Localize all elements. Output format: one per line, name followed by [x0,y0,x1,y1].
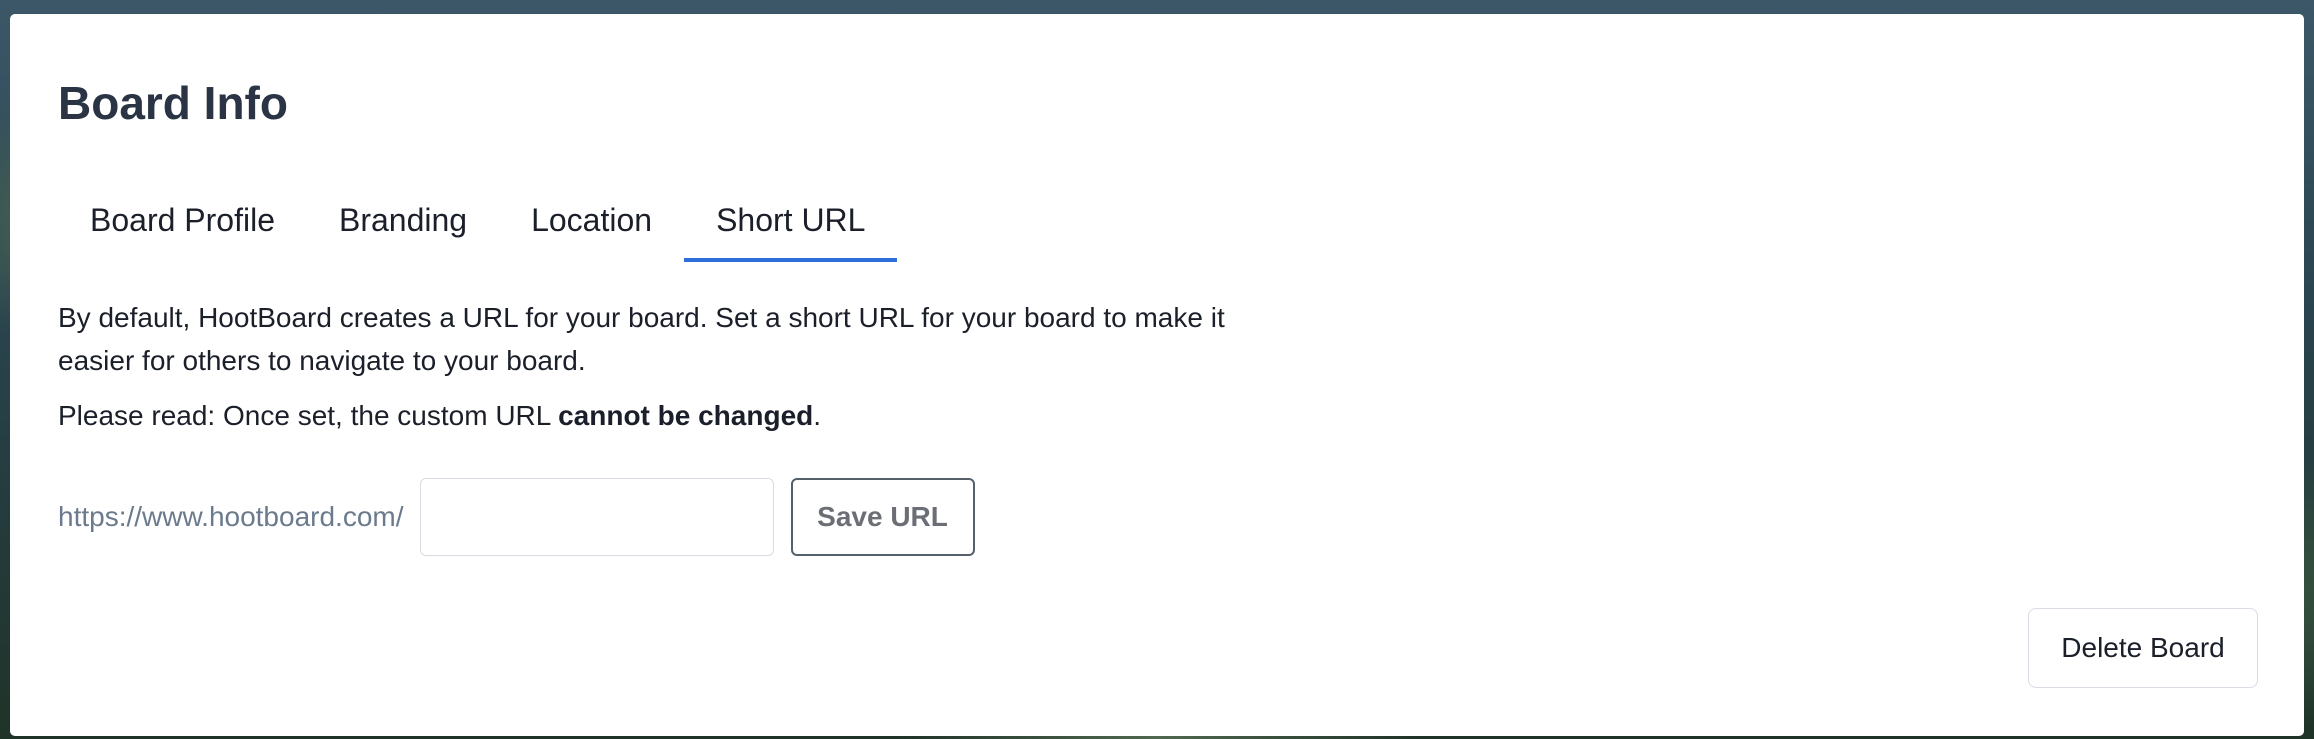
save-url-button[interactable]: Save URL [790,478,975,556]
tab-board-profile[interactable]: Board Profile [58,182,307,262]
warning-emphasis: cannot be changed [558,400,814,431]
short-url-form: https://www.hootboard.com/ Save URL [58,478,975,556]
delete-board-button[interactable]: Delete Board [2028,608,2258,688]
tab-bar: Board Profile Branding Location Short UR… [58,182,898,262]
short-url-input[interactable] [419,478,774,556]
warning-text: Please read: Once set, the custom URL [58,400,559,431]
tab-label: Short URL [716,201,866,238]
tab-location[interactable]: Location [499,182,684,262]
board-info-panel: Board Info Board Profile Branding Locati… [10,14,2304,736]
short-url-warning: Please read: Once set, the custom URL ca… [58,394,821,437]
tab-label: Branding [338,201,468,238]
url-prefix: https://www.hootboard.com/ [58,501,404,532]
short-url-description: By default, HootBoard creates a URL for … [58,302,1225,376]
tab-branding[interactable]: Branding [307,182,499,262]
warning-end: . [813,400,822,431]
tab-short-url[interactable]: Short URL [684,182,898,262]
tab-label: Location [531,201,653,238]
tab-label: Board Profile [90,201,275,238]
page-title: Board Info [58,77,288,129]
